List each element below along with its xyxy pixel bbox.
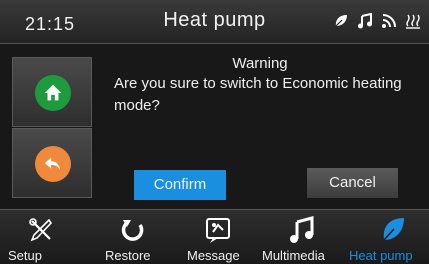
bottom-nav: Setup Restore Message Multimedia Heat pu…	[0, 209, 429, 264]
status-icons	[333, 12, 421, 29]
dialog-message: Are you sure to switch to Economic heati…	[114, 75, 402, 114]
rss-icon	[381, 13, 397, 29]
nav-label-message: Message	[187, 248, 240, 263]
cancel-button[interactable]: Cancel	[307, 168, 398, 198]
screen: 21:15 Heat pump Warning Are you sure to …	[0, 0, 429, 264]
nav-label-restore: Restore	[105, 248, 151, 263]
home-icon	[35, 75, 71, 111]
nav-item-heat-pump[interactable]: Heat pump	[347, 210, 429, 264]
leaf-icon	[379, 216, 407, 244]
heat-waves-icon	[405, 13, 421, 29]
dialog-title: Warning	[232, 55, 288, 72]
nav-label-setup: Setup	[8, 248, 42, 263]
leaf-icon	[333, 13, 349, 29]
back-arrow-icon	[35, 146, 71, 182]
tools-icon	[27, 216, 55, 244]
music-note-icon	[357, 12, 373, 29]
nav-item-message[interactable]: Message	[182, 210, 262, 264]
back-button[interactable]	[12, 128, 92, 198]
message-icon	[204, 216, 232, 244]
nav-item-setup[interactable]: Setup	[0, 210, 70, 264]
nav-label-heat-pump: Heat pump	[349, 248, 413, 263]
nav-label-multimedia: Multimedia	[262, 248, 325, 263]
music-note-icon	[288, 216, 316, 244]
nav-item-multimedia[interactable]: Multimedia	[262, 210, 350, 264]
confirm-button[interactable]: Confirm	[134, 170, 226, 200]
restore-icon	[119, 216, 147, 244]
status-bar: 21:15 Heat pump	[0, 0, 429, 44]
nav-item-restore[interactable]: Restore	[95, 210, 175, 264]
